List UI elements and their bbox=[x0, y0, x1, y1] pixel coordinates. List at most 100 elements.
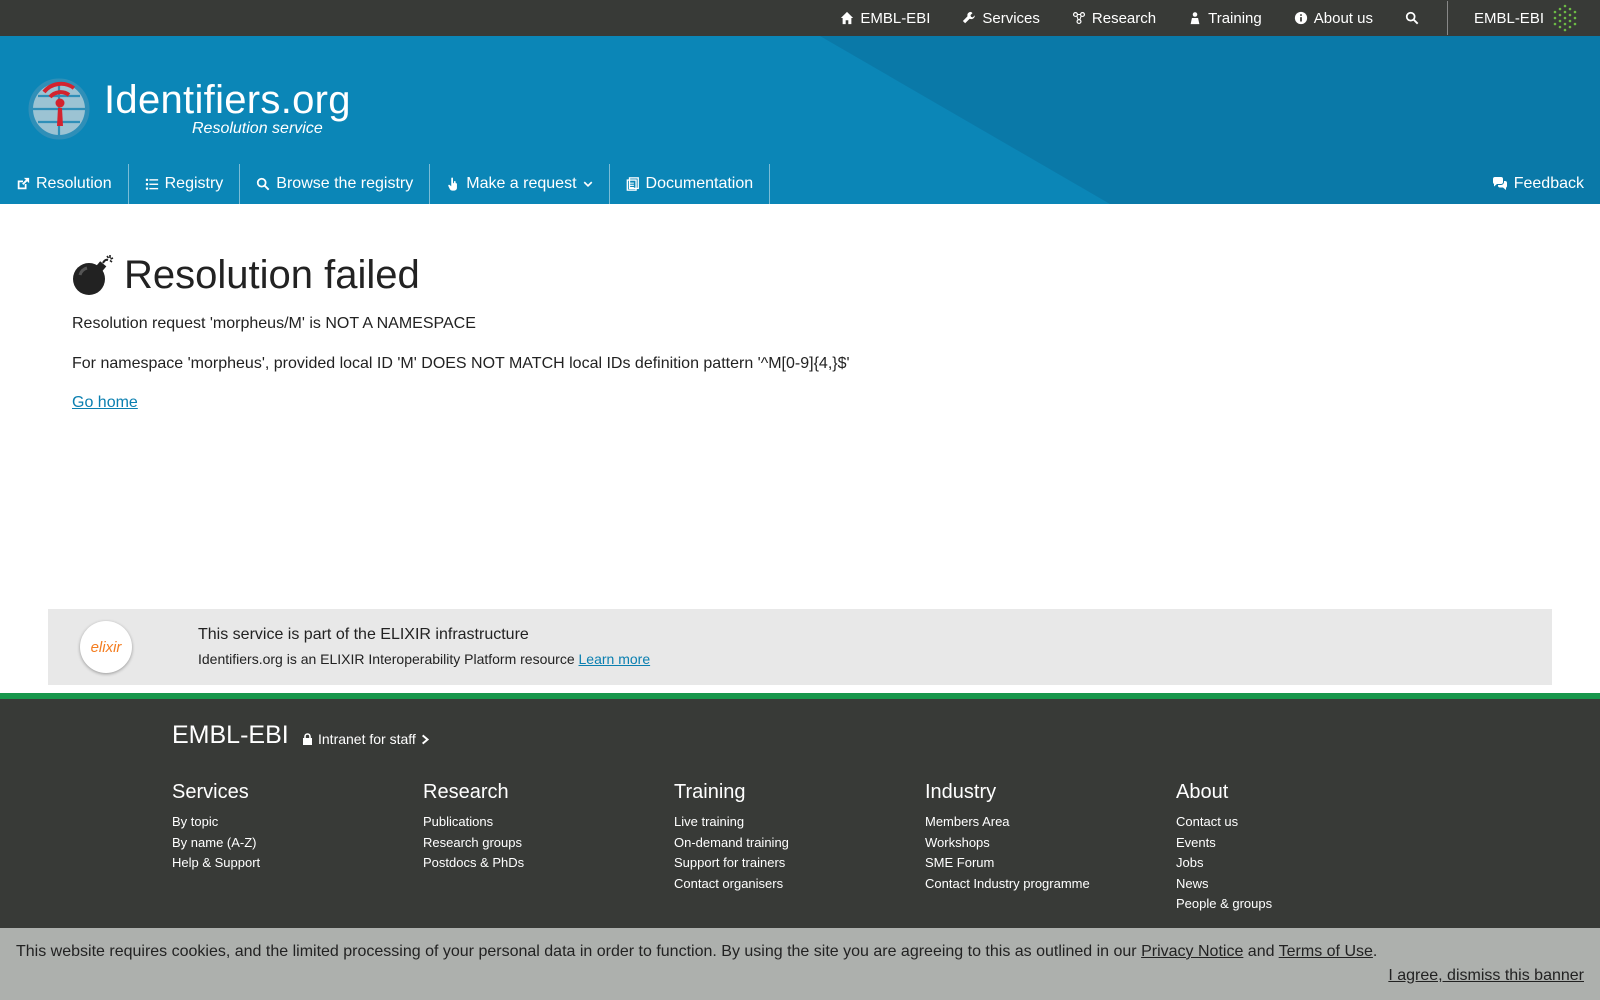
global-search-button[interactable] bbox=[1389, 0, 1435, 36]
embl-ebi-brand-link[interactable]: EMBL-EBI bbox=[1458, 0, 1600, 36]
go-home-link[interactable]: Go home bbox=[72, 394, 138, 412]
document-icon bbox=[626, 177, 639, 191]
nav-item-browse-registry[interactable]: Browse the registry bbox=[240, 164, 431, 204]
nav-item-label: Make a request bbox=[466, 175, 577, 192]
feedback-label: Feedback bbox=[1513, 175, 1584, 192]
cookie-and: and bbox=[1247, 943, 1275, 960]
bomb-icon bbox=[73, 255, 114, 295]
footer-brand[interactable]: EMBL-EBI bbox=[172, 721, 289, 750]
footer-link[interactable]: Events bbox=[1176, 833, 1416, 854]
elixir-logo-icon[interactable]: elixir bbox=[80, 621, 132, 673]
elixir-text-body: Identifiers.org is an ELIXIR Interoperab… bbox=[198, 651, 575, 667]
nav-item-documentation[interactable]: Documentation bbox=[610, 164, 771, 204]
nav-item-registry[interactable]: Registry bbox=[129, 164, 241, 204]
nav-item-resolution[interactable]: Resolution bbox=[0, 164, 129, 204]
list-icon bbox=[145, 178, 158, 190]
site-subtitle: Resolution service bbox=[192, 120, 323, 137]
elixir-text: Identifiers.org is an ELIXIR Interoperab… bbox=[198, 651, 650, 667]
footer-column-services: Services By topic By name (A-Z) Help & S… bbox=[172, 781, 412, 874]
chevron-right-icon bbox=[421, 734, 429, 744]
lock-icon bbox=[303, 733, 312, 745]
learn-more-link[interactable]: Learn more bbox=[579, 651, 651, 667]
footer-link[interactable]: Help & Support bbox=[172, 853, 412, 874]
footer-link[interactable]: Workshops bbox=[925, 833, 1165, 854]
nav-item-make-request[interactable]: Make a request bbox=[430, 164, 610, 204]
cookie-text: This website requires cookies, and the l… bbox=[16, 943, 1137, 960]
footer-link[interactable]: Live training bbox=[674, 812, 914, 833]
intranet-link[interactable]: Intranet for staff bbox=[302, 731, 430, 747]
cookie-period: . bbox=[1372, 943, 1378, 960]
topbar-divider bbox=[1446, 1, 1448, 35]
footer-link[interactable]: SME Forum bbox=[925, 853, 1165, 874]
footer-column-about: About Contact us Events Jobs News People… bbox=[1176, 781, 1416, 915]
home-icon bbox=[841, 11, 854, 25]
nav-item-label: Resolution bbox=[36, 175, 112, 192]
footer-column-title[interactable]: About bbox=[1176, 781, 1416, 804]
info-icon bbox=[1294, 11, 1307, 25]
footer-link[interactable]: Jobs bbox=[1176, 853, 1416, 874]
global-nav-services[interactable]: Services bbox=[946, 0, 1056, 36]
footer-link[interactable]: Members Area bbox=[925, 812, 1165, 833]
footer-link[interactable]: By topic bbox=[172, 812, 412, 833]
footer-link[interactable]: News bbox=[1176, 874, 1416, 895]
global-nav-research[interactable]: Research bbox=[1056, 0, 1172, 36]
page-title-text: Resolution failed bbox=[124, 252, 420, 297]
hand-pointer-icon bbox=[448, 177, 458, 191]
footer-link[interactable]: Support for trainers bbox=[674, 853, 914, 874]
footer-column-title[interactable]: Industry bbox=[925, 781, 1165, 804]
terms-of-use-link[interactable]: Terms of Use bbox=[1279, 943, 1373, 960]
site-title[interactable]: Identifiers.org bbox=[104, 78, 351, 123]
global-nav-label: EMBL-EBI bbox=[860, 9, 931, 27]
footer-link[interactable]: Postdocs & PhDs bbox=[423, 853, 663, 874]
main-content: Resolution failed Resolution request 'mo… bbox=[72, 252, 1472, 412]
footer-column-research: Research Publications Research groups Po… bbox=[423, 781, 663, 874]
page-title: Resolution failed bbox=[72, 252, 1472, 298]
global-nav-label: Research bbox=[1091, 9, 1157, 27]
cookie-banner: This website requires cookies, and the l… bbox=[0, 928, 1600, 1000]
embl-ebi-logo-icon bbox=[1553, 4, 1577, 32]
footer-link[interactable]: Contact us bbox=[1176, 812, 1416, 833]
footer-column-training: Training Live training On-demand trainin… bbox=[674, 781, 914, 894]
global-nav-label: About us bbox=[1313, 9, 1373, 27]
global-nav-label: Training bbox=[1208, 9, 1262, 27]
research-icon bbox=[1072, 11, 1085, 25]
global-nav-training[interactable]: Training bbox=[1172, 0, 1278, 36]
nav-item-label: Documentation bbox=[645, 175, 754, 192]
feedback-link[interactable]: Feedback bbox=[1492, 164, 1584, 204]
elixir-title: This service is part of the ELIXIR infra… bbox=[198, 626, 529, 643]
footer-column-industry: Industry Members Area Workshops SME Foru… bbox=[925, 781, 1165, 894]
external-link-icon bbox=[17, 177, 30, 190]
identifiers-logo-icon[interactable] bbox=[28, 74, 90, 140]
global-topbar: EMBL-EBI Services Research Training Abou… bbox=[0, 0, 1600, 36]
chevron-down-icon bbox=[583, 181, 592, 188]
elixir-banner: elixir This service is part of the ELIXI… bbox=[48, 609, 1552, 685]
brand-label: EMBL-EBI bbox=[1473, 9, 1544, 27]
footer-link[interactable]: Research groups bbox=[423, 833, 663, 854]
global-nav-label: Services bbox=[982, 9, 1040, 27]
footer-link[interactable]: By name (A-Z) bbox=[172, 833, 412, 854]
global-nav-about[interactable]: About us bbox=[1278, 0, 1389, 36]
error-message-pattern: For namespace 'morpheus', provided local… bbox=[72, 355, 850, 372]
global-nav-embl-ebi[interactable]: EMBL-EBI bbox=[824, 0, 946, 36]
global-nav: EMBL-EBI Services Research Training Abou… bbox=[824, 0, 1600, 36]
privacy-notice-link[interactable]: Privacy Notice bbox=[1141, 943, 1243, 960]
error-message-namespace: Resolution request 'morpheus/M' is NOT A… bbox=[72, 315, 476, 332]
footer-link[interactable]: Contact organisers bbox=[674, 874, 914, 895]
footer-link[interactable]: On-demand training bbox=[674, 833, 914, 854]
footer-column-title[interactable]: Research bbox=[423, 781, 663, 804]
search-icon bbox=[1405, 11, 1419, 25]
footer-link[interactable]: People & groups bbox=[1176, 894, 1416, 915]
footer-column-title[interactable]: Training bbox=[674, 781, 914, 804]
site-nav: Resolution Registry Browse the registry … bbox=[0, 164, 771, 204]
intranet-label: Intranet for staff bbox=[318, 731, 416, 747]
wrench-icon bbox=[963, 11, 976, 24]
training-icon bbox=[1190, 12, 1200, 25]
nav-item-label: Browse the registry bbox=[276, 175, 414, 192]
footer-link[interactable]: Contact Industry programme bbox=[925, 874, 1165, 895]
search-icon bbox=[257, 177, 270, 191]
nav-item-label: Registry bbox=[164, 175, 224, 192]
dismiss-cookie-button[interactable]: I agree, dismiss this banner bbox=[1388, 967, 1584, 985]
comments-icon bbox=[1492, 177, 1507, 190]
footer-link[interactable]: Publications bbox=[423, 812, 663, 833]
footer-column-title[interactable]: Services bbox=[172, 781, 412, 804]
